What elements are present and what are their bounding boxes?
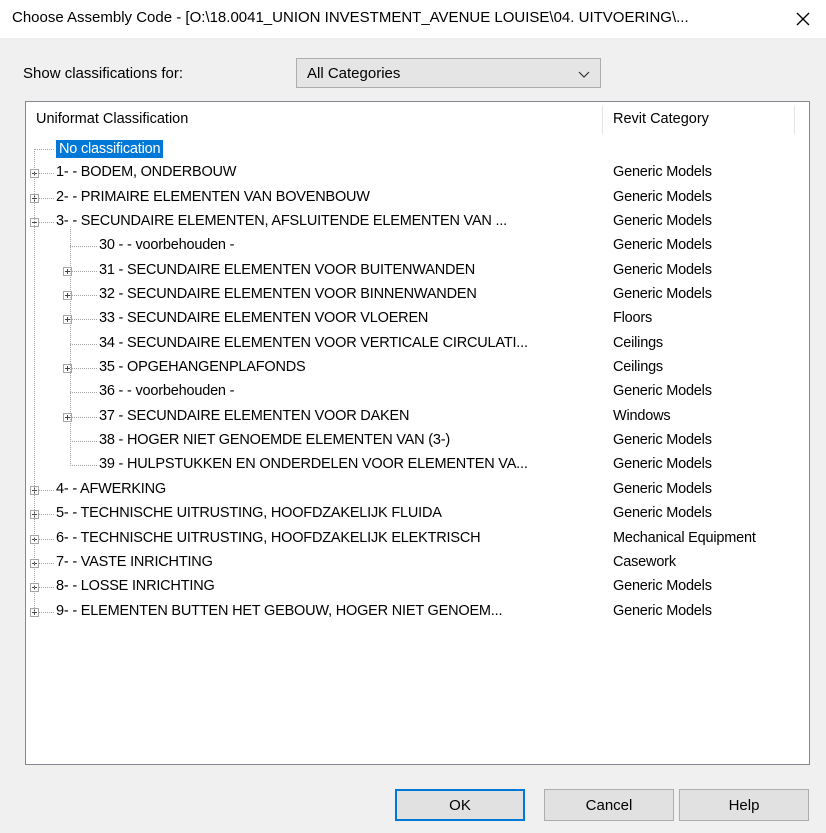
revit-category: Generic Models	[613, 432, 712, 449]
revit-category: Ceilings	[613, 334, 663, 351]
classification-code: 35 - OPGEHANGENPLAFONDS	[99, 359, 306, 376]
tree-row[interactable]: 31 - SECUNDAIRE ELEMENTEN VOOR BUITENWAN…	[26, 259, 809, 283]
tree-connector	[39, 514, 54, 516]
tree-connector	[70, 227, 71, 466]
column-header-uniformat[interactable]: Uniformat Classification	[36, 111, 188, 127]
tree-header: Uniformat Classification Revit Category	[26, 102, 809, 137]
classification-code: No classification	[54, 139, 165, 159]
tree-connector	[70, 246, 97, 248]
tree-connector	[34, 149, 35, 612]
revit-category: Generic Models	[613, 237, 712, 254]
revit-category: Generic Models	[613, 261, 712, 278]
tree-row[interactable]: 3- - SECUNDAIRE ELEMENTEN, AFSLUITENDE E…	[26, 210, 809, 234]
revit-category: Generic Models	[613, 578, 712, 595]
tree-connector	[39, 173, 54, 175]
classification-code: 38 - HOGER NIET GENOEMDE ELEMENTEN VAN (…	[99, 432, 451, 449]
tree-connector	[72, 319, 97, 321]
classification-code: 30 - - voorbehouden -	[99, 237, 235, 254]
tree-connector	[70, 441, 97, 443]
tree-row[interactable]: 9- - ELEMENTEN BUTTEN HET GEBOUW, HOGER …	[26, 600, 809, 624]
tree-connector	[39, 562, 54, 564]
classification-code: 36 - - voorbehouden -	[99, 383, 235, 400]
tree-connector	[70, 343, 97, 345]
tree-connector	[72, 416, 97, 418]
category-filter-select[interactable]: All Categories	[296, 58, 601, 88]
tree-connector	[39, 611, 54, 613]
tree-connector	[72, 295, 97, 297]
revit-category: Ceilings	[613, 359, 663, 376]
chevron-down-icon	[578, 71, 590, 78]
close-icon	[796, 12, 810, 26]
revit-category: Generic Models	[613, 164, 712, 181]
classification-code: 34 - SECUNDAIRE ELEMENTEN VOOR VERTICALE…	[99, 334, 528, 351]
tree-row[interactable]: 36 - - voorbehouden - Generic Models	[26, 380, 809, 404]
tree-row[interactable]: 4- - AFWERKING Generic Models	[26, 478, 809, 502]
classification-code: 1- - BODEM, ONDERBOUW	[56, 164, 237, 181]
revit-category: Generic Models	[613, 456, 712, 473]
revit-category: Casework	[613, 553, 676, 570]
tree-connector	[39, 587, 54, 589]
revit-category: Generic Models	[613, 602, 712, 619]
revit-category: Generic Models	[613, 505, 712, 522]
classification-code: 33 - SECUNDAIRE ELEMENTEN VOOR VLOEREN	[99, 310, 429, 327]
revit-category: Floors	[613, 310, 653, 327]
classification-code: 8- - LOSSE INRICHTING	[56, 578, 215, 595]
classification-code: 37 - SECUNDAIRE ELEMENTEN VOOR DAKEN	[99, 407, 410, 424]
window-title: Choose Assembly Code - [O:\18.0041_UNION…	[12, 9, 689, 26]
classification-code: 3- - SECUNDAIRE ELEMENTEN, AFSLUITENDE E…	[56, 213, 508, 230]
tree-row[interactable]: 39 - HULPSTUKKEN EN ONDERDELEN VOOR ELEM…	[26, 453, 809, 477]
column-divider[interactable]	[602, 106, 603, 134]
classification-code: 31 - SECUNDAIRE ELEMENTEN VOOR BUITENWAN…	[99, 261, 475, 278]
tree-rows: No classification 1- - BODEM, ONDERBOUW Ge…	[26, 137, 809, 624]
classification-code: 4- - AFWERKING	[56, 480, 166, 497]
tree-connector	[72, 270, 97, 272]
revit-category: Generic Models	[613, 286, 712, 303]
tree-connector	[34, 149, 54, 150]
tree-connector	[72, 368, 97, 370]
classification-code: 7- - VASTE INRICHTING	[56, 553, 213, 570]
tree-row[interactable]: 1- - BODEM, ONDERBOUW Generic Models	[26, 161, 809, 185]
revit-category: Generic Models	[613, 480, 712, 497]
revit-category: Generic Models	[613, 213, 712, 230]
title-bar: Choose Assembly Code - [O:\18.0041_UNION…	[0, 0, 826, 38]
tree-connector	[70, 392, 97, 394]
revit-category: Mechanical Equipment	[613, 529, 756, 546]
classification-code: 32 - SECUNDAIRE ELEMENTEN VOOR BINNENWAN…	[99, 286, 477, 303]
classification-code: 2- - PRIMAIRE ELEMENTEN VAN BOVENBOUW	[56, 188, 370, 205]
revit-category: Windows	[613, 407, 671, 424]
classification-tree[interactable]: Uniformat Classification Revit Category …	[25, 101, 810, 765]
category-filter-value: All Categories	[307, 65, 401, 82]
revit-category: Generic Models	[613, 188, 712, 205]
tree-row[interactable]: 32 - SECUNDAIRE ELEMENTEN VOOR BINNENWAN…	[26, 283, 809, 307]
tree-row[interactable]: 34 - SECUNDAIRE ELEMENTEN VOOR VERTICALE…	[26, 332, 809, 356]
tree-connector	[39, 222, 54, 224]
classification-code: 39 - HULPSTUKKEN EN ONDERDELEN VOOR ELEM…	[99, 456, 528, 473]
tree-connector	[39, 197, 54, 199]
classification-code: 9- - ELEMENTEN BUTTEN HET GEBOUW, HOGER …	[56, 602, 503, 619]
tree-row[interactable]: 8- - LOSSE INRICHTING Generic Models	[26, 575, 809, 599]
cancel-button[interactable]: Cancel	[544, 789, 674, 821]
tree-connector	[39, 538, 54, 540]
tree-row[interactable]: 5- - TECHNISCHE UITRUSTING, HOOFDZAKELIJ…	[26, 502, 809, 526]
column-header-revit-category[interactable]: Revit Category	[613, 111, 709, 127]
revit-category: Generic Models	[613, 383, 712, 400]
classification-code: 6- - TECHNISCHE UITRUSTING, HOOFDZAKELIJ…	[56, 529, 481, 546]
help-button[interactable]: Help	[679, 789, 809, 821]
tree-row[interactable]: No classification	[26, 137, 809, 161]
tree-row[interactable]: 37 - SECUNDAIRE ELEMENTEN VOOR DAKEN Wind…	[26, 405, 809, 429]
ok-button[interactable]: OK	[395, 789, 525, 821]
tree-row[interactable]: 6- - TECHNISCHE UITRUSTING, HOOFDZAKELIJ…	[26, 527, 809, 551]
classification-code: 5- - TECHNISCHE UITRUSTING, HOOFDZAKELIJ…	[56, 505, 442, 522]
tree-row[interactable]: 2- - PRIMAIRE ELEMENTEN VAN BOVENBOUW Gen…	[26, 186, 809, 210]
tree-row[interactable]: 30 - - voorbehouden - Generic Models	[26, 234, 809, 258]
show-classifications-label: Show classifications for:	[23, 65, 184, 82]
column-divider[interactable]	[794, 106, 795, 134]
tree-connector	[70, 465, 97, 467]
tree-row[interactable]: 33 - SECUNDAIRE ELEMENTEN VOOR VLOEREN Fl…	[26, 307, 809, 331]
tree-row[interactable]: 7- - VASTE INRICHTING Casework	[26, 551, 809, 575]
tree-connector	[39, 489, 54, 491]
close-button[interactable]	[780, 0, 826, 38]
tree-row[interactable]: 35 - OPGEHANGENPLAFONDS Ceilings	[26, 356, 809, 380]
tree-row[interactable]: 38 - HOGER NIET GENOEMDE ELEMENTEN VAN (…	[26, 429, 809, 453]
